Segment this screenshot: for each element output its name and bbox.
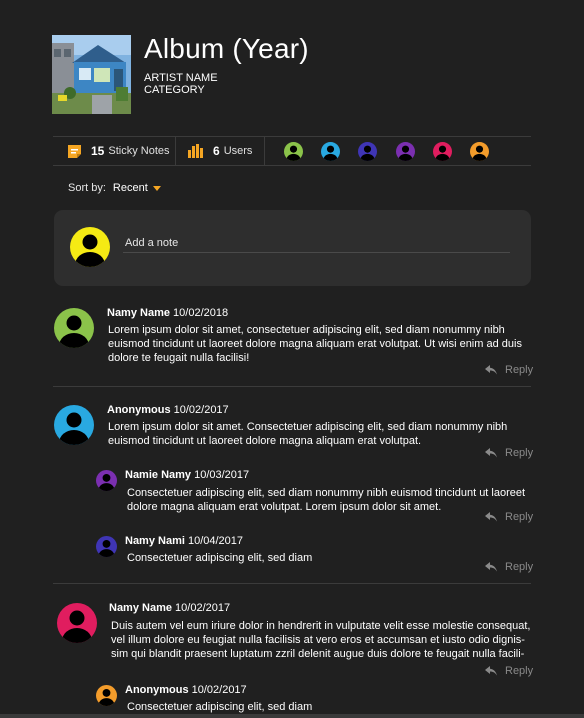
text-line: Lorem ipsum dolor sit amet, consectetuer… [108,324,505,336]
author-name[interactable]: Namie Namy [125,469,191,481]
reply-label: Reply [505,665,534,677]
text-line: dolore te feugait nulla facilisi! [108,352,250,364]
comment-avatar[interactable] [57,603,97,643]
user-avatar[interactable] [358,142,377,161]
post-date: 10/02/2017 [170,404,229,416]
caret-down-icon[interactable] [152,186,161,191]
add-note-composer: Add a note [54,210,531,286]
reply-header: Namie Namy 10/03/2017 [125,469,249,481]
author-name[interactable]: Namy Name [107,307,170,319]
text-line: Consectetuer adipiscing elit, sed diam n… [127,487,526,499]
post-date: 10/02/2017 [188,684,247,696]
comment-body: Duis autem vel eum iriure dolor in hendr… [111,619,530,661]
text-line: Consectetuer adipiscing elit, sed diam [127,552,313,564]
users-stat[interactable]: 6 Users [188,137,252,165]
comment-header: Namy Name 10/02/2017 [109,602,230,614]
current-user-avatar [70,227,110,267]
comment-separator [53,583,531,584]
reply-header: Namy Nami 10/04/2017 [125,535,243,547]
text-line: sim qui blandit praesent luptatum zzril … [111,648,525,660]
author-name[interactable]: Namy Nami [125,535,185,547]
post-date: 10/02/2017 [171,602,231,614]
user-avatar[interactable] [284,142,303,161]
reply-avatar[interactable] [96,470,117,491]
album-category[interactable]: CATEGORY [144,84,205,96]
stats-divider [175,137,176,165]
reply-avatar[interactable] [96,536,117,557]
reply-button[interactable]: Reply [485,561,533,573]
users-count: 6 [213,144,220,158]
comment-body: Lorem ipsum dolor sit amet. Consectetuer… [108,420,507,448]
author-name[interactable]: Anonymous [107,404,171,416]
album-cover-image [52,35,131,114]
comment-avatar[interactable] [54,308,94,348]
reply-header: Anonymous 10/02/2017 [125,684,247,696]
sort-dropdown[interactable]: Recent [113,182,148,194]
reply-button[interactable]: Reply [485,447,533,459]
add-note-input[interactable]: Add a note [125,237,178,249]
comment-body: Lorem ipsum dolor sit amet, consectetuer… [108,323,522,365]
author-name[interactable]: Anonymous [125,684,189,696]
comment-avatar[interactable] [54,405,94,445]
stats-bar: 15 Sticky Notes 6 Users [53,136,531,166]
reply-body: Consectetuer adipiscing elit, sed diam [127,551,312,565]
sticky-notes-stat[interactable]: 15 Sticky Notes [67,137,170,165]
text-line: Consectetuer adipiscing elit, sed diam [127,701,313,713]
sort-control: Sort by: Recent [68,182,161,194]
text-line: euismod tincidunt ut laoreet dolore magn… [108,338,522,350]
reply-icon [485,512,497,522]
reply-label: Reply [505,511,534,523]
reply-icon [485,562,497,572]
reply-label: Reply [505,447,534,459]
input-underline [123,252,510,253]
user-avatar[interactable] [321,142,340,161]
album-title: Album (Year) [144,33,309,64]
author-name[interactable]: Namy Name [109,602,172,614]
reply-body: Consectetuer adipiscing elit, sed diam n… [127,486,525,514]
user-avatar[interactable] [396,142,415,161]
text-line: Duis autem vel eum iriure dolor in hendr… [111,620,531,632]
sticky-notes-count: 15 [91,144,105,158]
bottom-edge [0,714,584,718]
reply-button[interactable]: Reply [485,511,533,523]
post-date: 10/04/2017 [184,535,244,547]
reply-icon [485,666,497,676]
bar-chart-icon [188,144,203,158]
sticky-note-icon [68,144,81,158]
comment-header: Anonymous 10/02/2017 [107,404,229,416]
reply-label: Reply [505,561,534,573]
sticky-notes-label: Sticky Notes [108,145,170,157]
user-avatar[interactable] [470,142,489,161]
text-line: dolore magna aliquam erat volutpat. Lore… [127,501,442,513]
comment-separator [53,386,531,387]
user-avatar[interactable] [433,142,452,161]
sort-label: Sort by: [68,182,106,194]
album-notes-page: Album (Year) ARTIST NAME CATEGORY 15 Sti… [0,0,584,718]
post-date: 10/03/2017 [191,469,250,481]
text-line: Lorem ipsum dolor sit amet. Consectetuer… [108,421,508,433]
reply-icon [485,448,497,458]
text-line: vel illum dolore eu feugiat nulla facili… [111,634,525,646]
comment-header: Namy Name 10/02/2018 [107,307,228,319]
reply-button[interactable]: Reply [485,665,533,677]
text-line: euismod tincidunt ut laoreet dolore magn… [108,435,422,447]
reply-button[interactable]: Reply [485,364,533,376]
reply-avatar[interactable] [96,685,117,706]
post-date: 10/02/2018 [169,307,229,319]
artist-name[interactable]: ARTIST NAME [144,72,218,84]
users-label: Users [223,145,253,157]
reply-label: Reply [505,364,534,376]
reply-icon [485,365,497,375]
stats-divider [264,137,265,165]
reply-body: Consectetuer adipiscing elit, sed diam [127,700,312,714]
